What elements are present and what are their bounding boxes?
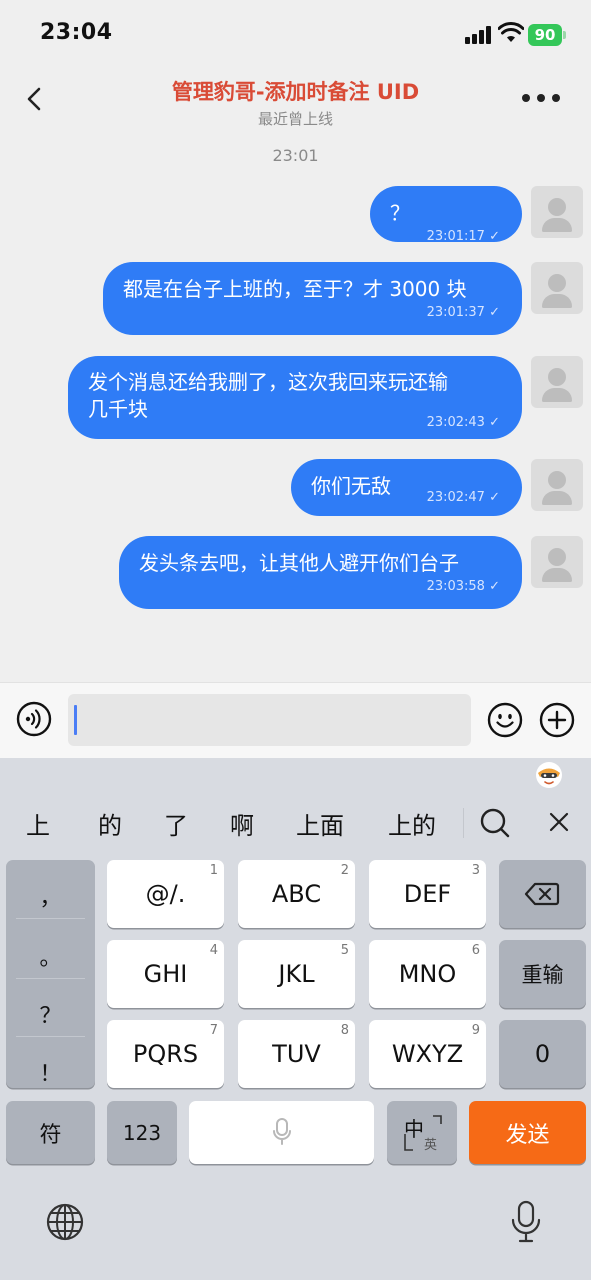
keyboard-toolbar: [0, 758, 591, 798]
message-input[interactable]: [68, 694, 471, 746]
language-switch-icon: [404, 1115, 442, 1151]
language-switch-button[interactable]: 中 英: [387, 1101, 457, 1164]
date-stamp: 23:01: [272, 146, 319, 165]
backspace-button[interactable]: [499, 860, 586, 928]
avatar[interactable]: [531, 262, 583, 314]
battery-icon: 90: [528, 24, 566, 46]
chat-title: 管理豹哥-添加时备注 UID: [171, 80, 420, 104]
key-0[interactable]: 0: [499, 1020, 586, 1088]
keyboard-mascot-icon[interactable]: [533, 760, 565, 790]
key-8[interactable]: 8 TUV: [238, 1020, 355, 1088]
chat-area[interactable]: 23:01 ？ 23:01:17 ✓ 都是在台子上班的，至于？才 3000 块 …: [0, 134, 591, 682]
close-icon[interactable]: [545, 808, 573, 836]
message-meta: 23:03:58 ✓: [426, 579, 500, 594]
key-2[interactable]: 2 ABC: [238, 860, 355, 928]
space-button[interactable]: [189, 1101, 374, 1164]
key-1[interactable]: 1 @/.: [107, 860, 224, 928]
message-meta: 23:01:17 ✓: [426, 229, 500, 244]
candidate-divider: [463, 808, 464, 838]
microphone-icon: [273, 1118, 291, 1145]
punct-key[interactable]: ！: [6, 1056, 95, 1088]
symbols-button[interactable]: 符: [6, 1101, 95, 1164]
avatar[interactable]: [531, 356, 583, 408]
key-3[interactable]: 3 DEF: [369, 860, 486, 928]
message-bubble[interactable]: 你们无敌 23:02:47 ✓: [291, 459, 522, 516]
backspace-icon: [524, 882, 560, 906]
numeric-button[interactable]: 123: [107, 1101, 177, 1164]
plus-icon[interactable]: [539, 702, 575, 738]
key-4[interactable]: 4 GHI: [107, 940, 224, 1008]
chat-subtitle: 最近曾上线: [257, 110, 333, 128]
punct-key[interactable]: ？: [6, 998, 95, 1030]
emoji-icon[interactable]: [487, 702, 523, 738]
avatar[interactable]: [531, 186, 583, 238]
nav-bar: 管理豹哥-添加时备注 UID 最近曾上线: [0, 64, 591, 134]
battery-level: 90: [528, 24, 562, 46]
key-9[interactable]: 9 WXYZ: [369, 1020, 486, 1088]
candidate-word[interactable]: 上: [26, 806, 50, 841]
key-7[interactable]: 7 PQRS: [107, 1020, 224, 1088]
candidate-word[interactable]: 啊: [230, 806, 254, 841]
avatar[interactable]: [531, 459, 583, 511]
message-bubble[interactable]: 发个消息还给我删了，这次我回来玩还输 几千块 23:02:43 ✓: [68, 356, 522, 439]
message-bubble[interactable]: 都是在台子上班的，至于？才 3000 块 23:01:37 ✓: [103, 262, 522, 335]
status-bar: 23:04 90: [0, 0, 591, 64]
candidate-word[interactable]: 上的: [388, 806, 436, 841]
status-time: 23:04: [40, 20, 113, 45]
dictation-mic-icon[interactable]: [510, 1200, 542, 1244]
voice-input-icon[interactable]: [16, 701, 52, 737]
search-icon[interactable]: [478, 806, 512, 840]
message-bubble[interactable]: 发头条去吧，让其他人避开你们台子 23:03:58 ✓: [119, 536, 522, 609]
text-caret: [74, 705, 77, 735]
punctuation-column: ， 。 ？ ！: [6, 860, 95, 1088]
globe-icon[interactable]: [45, 1202, 85, 1242]
message-text: ？: [390, 201, 410, 225]
reenter-button[interactable]: 重输: [499, 940, 586, 1008]
candidate-word[interactable]: 上面: [296, 806, 344, 841]
keyboard: 上 的 了 啊 上面 上的 ， 。 ？ ！ 1@/. 2ABC 3DEF: [0, 758, 591, 1280]
candidate-word[interactable]: 了: [164, 806, 188, 841]
candidate-word[interactable]: 的: [98, 806, 122, 841]
punct-key[interactable]: 。: [6, 940, 95, 972]
candidate-bar: 上 的 了 啊 上面 上的: [0, 798, 591, 848]
punct-key[interactable]: ，: [6, 880, 95, 912]
message-bubble[interactable]: ？ 23:01:17 ✓: [370, 186, 522, 244]
avatar[interactable]: [531, 536, 583, 588]
input-bar: [0, 682, 591, 758]
message-text: 都是在台子上班的，至于？才 3000 块: [123, 277, 467, 301]
key-5[interactable]: 5 JKL: [238, 940, 355, 1008]
message-meta: 23:02:43 ✓: [426, 415, 500, 430]
message-text: 发头条去吧，让其他人避开你们台子: [139, 551, 459, 575]
wifi-icon: [498, 22, 524, 42]
send-button[interactable]: 发送: [469, 1101, 586, 1164]
cellular-signal-icon: [465, 26, 493, 44]
more-dots-icon[interactable]: [522, 94, 560, 104]
key-6[interactable]: 6 MNO: [369, 940, 486, 1008]
message-meta: 23:01:37 ✓: [426, 305, 500, 320]
